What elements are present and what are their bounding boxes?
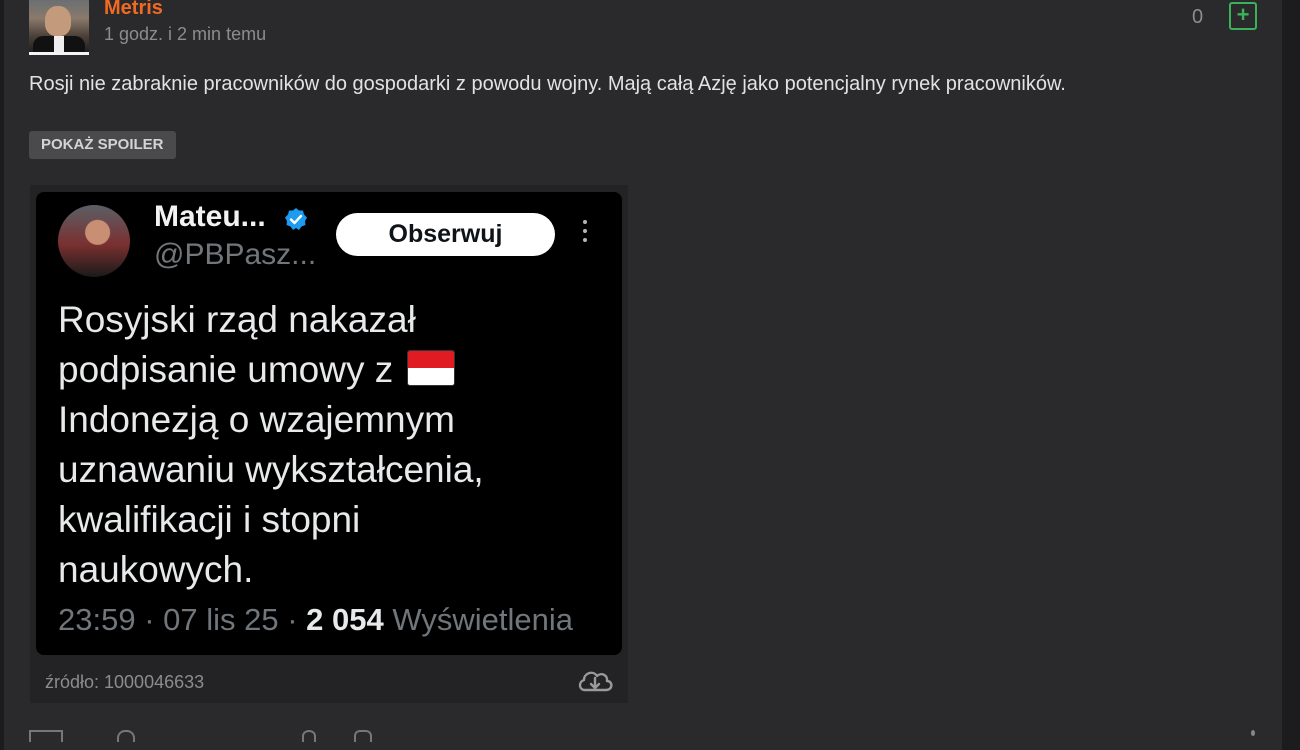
upvote-plus-button[interactable]: + xyxy=(1229,2,1257,30)
tweet-author-handle: @PBPasz... xyxy=(154,238,317,271)
share-icon[interactable] xyxy=(117,730,135,742)
tweet-time: 23:59 · 07 lis 25 · xyxy=(58,602,307,637)
tweet-body-line: uznawaniu wykształcenia, xyxy=(58,449,484,490)
tweet-views-count: 2 054 xyxy=(306,602,384,637)
user-avatar[interactable] xyxy=(29,0,89,55)
more-actions-icon[interactable] xyxy=(1251,730,1255,736)
tweet-body-line: Rosyjski rząd nakazał xyxy=(58,299,416,340)
tweet-body-line: kwalifikacji i stopni xyxy=(58,499,361,540)
tweet-author-avatar xyxy=(58,205,130,277)
tweet-body: Rosyjski rząd nakazał podpisanie umowy z… xyxy=(58,295,608,595)
tweet-body-line: Indonezją o wzajemnym xyxy=(58,399,455,440)
tweet-views-label: Wyświetlenia xyxy=(383,602,573,637)
more-options-icon xyxy=(581,220,589,250)
follow-button: Obserwuj xyxy=(336,213,555,256)
tweet-author-name: Mateu... xyxy=(154,200,266,233)
vote-score: 0 xyxy=(1192,6,1204,28)
indonesia-flag-icon xyxy=(407,350,456,386)
tweet-meta: 23:59 · 07 lis 25 · 2 054 Wyświetlenia xyxy=(58,602,573,638)
username[interactable]: Metris xyxy=(104,0,163,20)
tweet-screenshot[interactable]: Mateu... @PBPasz... Obserwuj Rosyjski rz… xyxy=(36,192,622,655)
image-source: źródło: 1000046633 xyxy=(45,672,205,692)
verified-badge-icon xyxy=(285,208,307,230)
user-icon[interactable] xyxy=(302,730,316,742)
tweet-body-line: podpisanie umowy z xyxy=(58,345,608,395)
plus-icon: + xyxy=(1236,2,1250,27)
bookmark-icon[interactable] xyxy=(354,730,372,742)
post-timestamp: 1 godz. i 2 min temu xyxy=(104,24,267,44)
post-text: Rosji nie zabraknie pracowników do gospo… xyxy=(29,73,1066,95)
cloud-download-icon[interactable] xyxy=(576,666,614,696)
tweet-body-line: naukowych. xyxy=(58,549,254,590)
comment-icon[interactable] xyxy=(29,730,63,742)
show-spoiler-button[interactable]: POKAŻ SPOILER xyxy=(29,131,176,159)
